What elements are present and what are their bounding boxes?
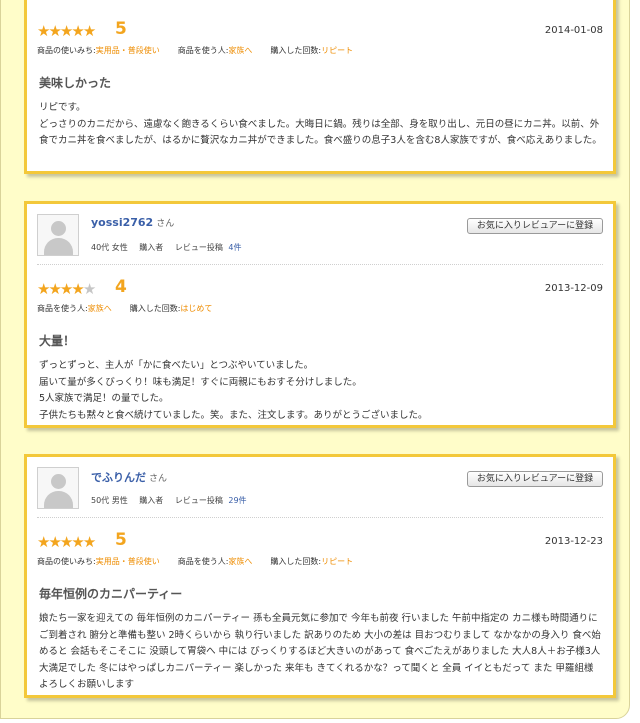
star-rating: ★★★★★ [37,280,97,298]
reviewer-info: yossi2762 さん 40代 女性 購入者 レビュー投稿 4件 お気に入りレビ… [37,204,603,265]
star-empty-icon: ★ [82,280,97,298]
review-tag-value: 家族へ [228,557,253,566]
review-body: 娘たち一家を迎えての 毎年恒例のカニパーティー 孫も全員元気に参加で 今年も前夜… [39,613,601,690]
reviewer-posts-count[interactable]: 4件 [228,243,241,252]
avatar [37,214,79,256]
star-filled-icon: ★ [82,533,97,551]
rating-row: ★★★★★ 5 2013-12-23 [37,530,603,556]
avatar [37,467,79,509]
review-date: 2013-12-23 [544,536,603,547]
star-filled-icon: ★ [48,22,62,40]
reviewer-age-gender: 50代 男性 [91,496,128,505]
reviewer-posts-label: レビュー投稿 [174,496,223,505]
star-filled-icon: ★ [59,22,74,40]
star-filled-icon: ★ [71,280,85,298]
review-title: 毎年恒例のカニパーティー [39,587,183,601]
review-date: 2013-12-09 [544,283,603,294]
review-tags: 商品の使いみち:実用品・普段使い 商品を使う人:家族へ 購入した回数:リピート [37,45,603,59]
review-tag-label: 購入した回数: [270,557,322,566]
rating-row: ★★★★★ 5 2014-01-08 [37,19,603,45]
reviewer-buyer-badge: 購入者 [139,243,164,252]
review-tag-value: 実用品・普段使い [95,46,160,55]
review-tag: 購入した回数:リピート [270,46,353,55]
reviewer-honorific: さん [156,219,175,229]
avatar-body-icon [44,238,73,255]
review-tag-value: 実用品・普段使い [95,557,160,566]
review-tag-label: 購入した回数: [270,46,322,55]
review-tags: 商品の使いみち:実用品・普段使い 商品を使う人:家族へ 購入した回数:リピート [37,556,603,570]
review-date: 2014-01-08 [544,25,603,36]
star-filled-icon: ★ [59,533,74,551]
rating-score: 5 [115,19,127,39]
avatar-body-icon [44,491,73,508]
star-filled-icon: ★ [71,533,85,551]
reviewer-age-gender: 40代 女性 [91,243,128,252]
avatar-head-icon [51,221,66,236]
review-tag-label: 商品を使う人: [37,304,88,313]
review-tag: 購入した回数:はじめて [130,304,213,313]
review-title: 美味しかった [39,76,112,90]
review-body: リピです。 どっさりのカニだから、遠慮なく飽きるくらい食べました。大晦日に鍋。残… [39,102,602,146]
review-card: yossi2762 さん 40代 女性 購入者 レビュー投稿 4件 お気に入りレビ… [24,201,616,428]
reviewer-name-link[interactable]: yossi2762 [91,216,153,229]
star-filled-icon: ★ [82,22,97,40]
review-card: でふりんだ さん 50代 男性 購入者 レビュー投稿 29件 お気に入りレビュアー… [24,454,616,698]
review-title: 大量！ [39,334,76,348]
reviewer-buyer-badge: 購入者 [139,496,164,505]
rating-score: 5 [115,530,127,550]
review-tag: 商品の使いみち:実用品・普段使い [37,46,160,55]
reviewer-info: でふりんだ さん 50代 男性 購入者 レビュー投稿 29件 お気に入りレビュアー… [37,457,603,518]
reviewer-meta: 40代 女性 購入者 レビュー投稿 4件 [91,242,250,253]
review-tag-value: 家族へ [228,46,253,55]
review-tag-label: 商品の使いみち: [37,557,96,566]
star-filled-icon: ★ [37,280,51,298]
review-tag-label: 購入した回数: [129,304,181,313]
star-rating: ★★★★★ [37,533,97,551]
review-tag: 商品を使う人:家族へ [178,46,253,55]
star-filled-icon: ★ [48,533,62,551]
review-tag: 商品を使う人:家族へ [37,304,112,313]
review-tag-label: 商品を使う人: [177,46,229,55]
avatar-head-icon [51,474,66,489]
review-tags: 商品を使う人:家族へ 購入した回数:はじめて [37,303,603,317]
review-tag: 購入した回数:リピート [270,557,353,566]
star-filled-icon: ★ [48,280,62,298]
review-tag-label: 商品を使う人: [177,557,229,566]
star-filled-icon: ★ [37,533,51,551]
review-body: ずっとずっと、主人が「かに食べたい」とつぶやいていました。 届いて量が多くびっく… [39,360,428,421]
star-rating: ★★★★★ [37,22,97,40]
review-tag-value: 家族へ [87,304,112,313]
star-filled-icon: ★ [37,22,51,40]
rating-score: 4 [115,277,127,297]
review-card: ★★★★★ 5 2014-01-08 商品の使いみち:実用品・普段使い 商品を使う… [24,0,616,174]
review-tag-value: リピート [321,46,354,55]
star-filled-icon: ★ [71,22,85,40]
review-tag: 商品を使う人:家族へ [178,557,253,566]
review-tag-value: はじめて [180,304,213,313]
review-tag-label: 商品の使いみち: [37,46,96,55]
reviewer-posts-count[interactable]: 29件 [228,496,246,505]
review-tag: 商品の使いみち:実用品・普段使い [37,557,160,566]
star-filled-icon: ★ [59,280,74,298]
favorite-reviewer-button[interactable]: お気に入りレビュアーに登録 [467,218,603,234]
reviewer-meta: 50代 男性 購入者 レビュー投稿 29件 [91,495,256,506]
reviewer-name-link[interactable]: でふりんだ [91,471,146,484]
favorite-reviewer-button[interactable]: お気に入りレビュアーに登録 [467,471,603,487]
reviewer-honorific: さん [149,474,168,484]
reviewer-posts-label: レビュー投稿 [174,243,223,252]
review-tag-value: リピート [321,557,354,566]
rating-row: ★★★★★ 4 2013-12-09 [37,277,603,303]
